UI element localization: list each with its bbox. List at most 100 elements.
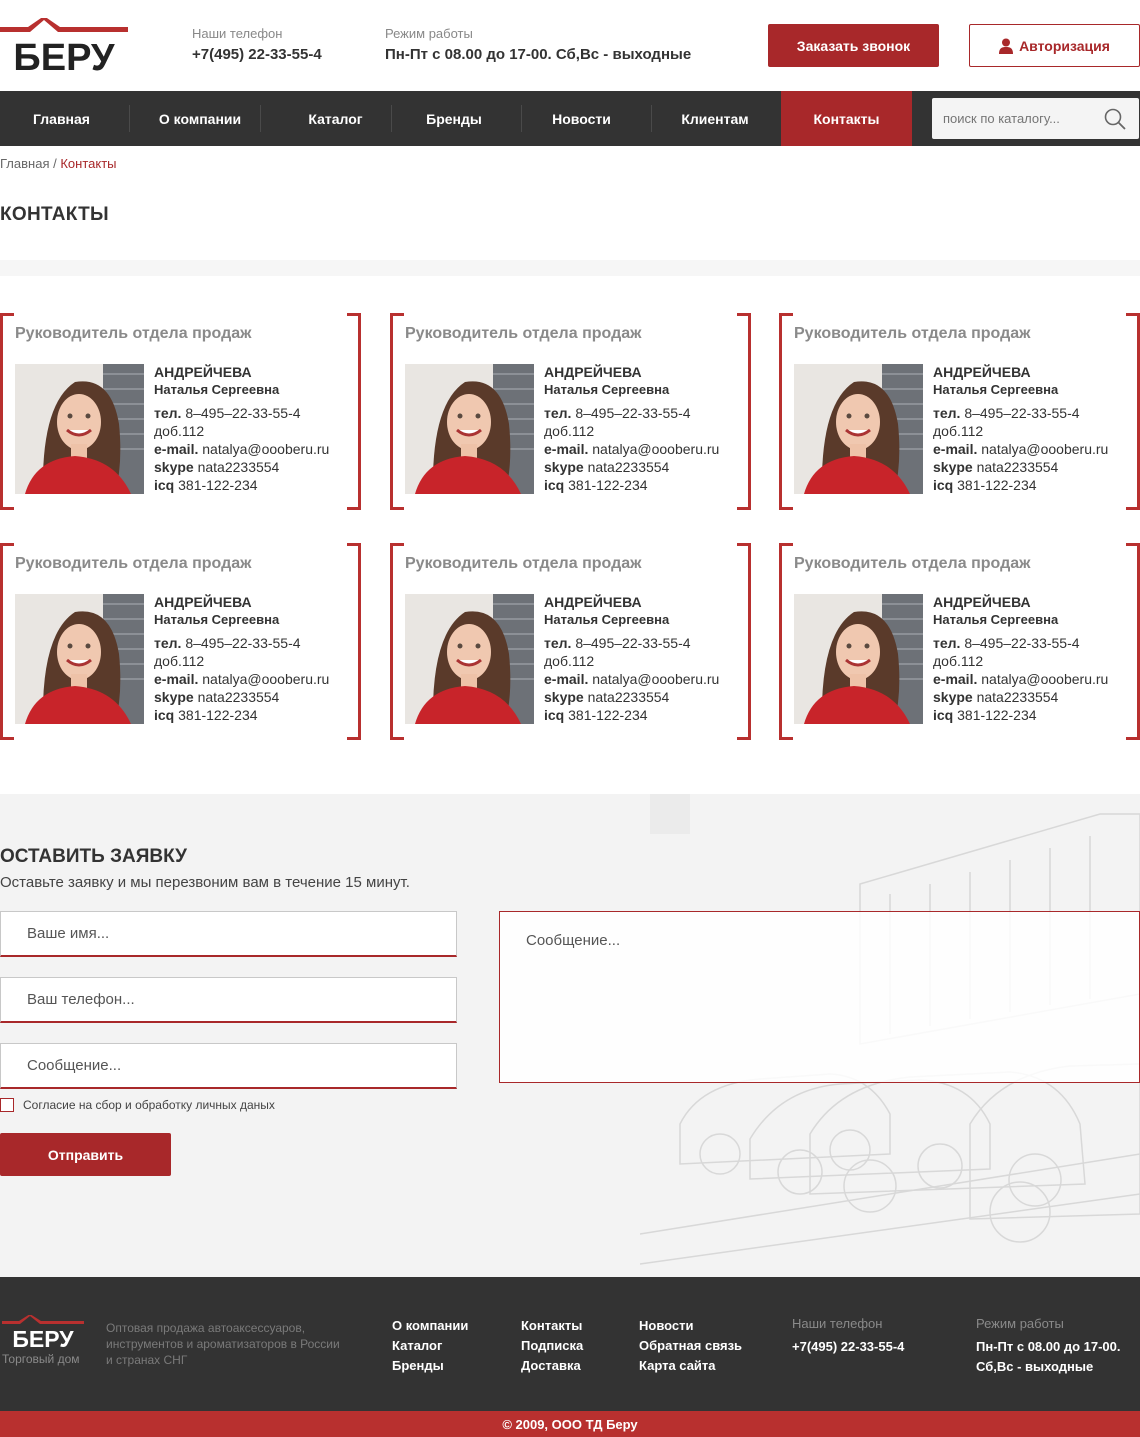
contact-phone[interactable]: 8–495–22-33-55-4 [964,635,1079,651]
form-subtitle: Оставьте заявку и мы перезвоним вам в те… [0,874,410,891]
contact-email[interactable]: natalya@oooberu.ru [202,671,329,687]
email-label: e-mail. [154,441,199,457]
contact-skype[interactable]: nata2233554 [977,459,1059,475]
footer-hours-label: Режим работы [976,1316,1064,1331]
footer-phone-block: Наши телефон +7(495) 22-33-55-4 [792,1316,904,1357]
footer-link[interactable]: Доставка [521,1356,583,1376]
contact-phone[interactable]: 8–495–22-33-55-4 [575,405,690,421]
contact-phone[interactable]: 8–495–22-33-55-4 [964,405,1079,421]
contact-skype-row: skype nata2233554 [154,458,329,476]
contact-skype[interactable]: nata2233554 [977,689,1059,705]
contact-role: Руководитель отдела продаж [405,325,642,342]
skype-label: skype [933,689,973,705]
contact-phone-row: тел. 8–495–22-33-55-4 [154,634,329,652]
footer-link[interactable]: Бренды [392,1356,468,1376]
contact-skype[interactable]: nata2233554 [198,459,280,475]
contact-email-row: e-mail. natalya@oooberu.ru [544,670,719,688]
footer-link[interactable]: О компании [392,1316,468,1336]
nav-item-clients[interactable]: Клиентам [651,91,779,146]
contact-skype[interactable]: nata2233554 [198,689,280,705]
nav-item-contacts[interactable]: Контакты [781,91,912,146]
consent-checkbox[interactable] [0,1098,14,1112]
contact-icq: 381-122-234 [957,477,1037,493]
site-header: БЕРУ Наши телефон +7(495) 22-33-55-4 Реж… [0,0,1140,91]
contact-skype-row: skype nata2233554 [544,458,719,476]
auth-button-label: Авторизация [1019,37,1110,54]
contact-last-name: АНДРЕЙЧЕВА [933,594,1031,610]
contact-ext: доб.112 [544,653,595,669]
contact-ext: доб.112 [933,653,984,669]
contact-email-row: e-mail. natalya@oooberu.ru [933,670,1108,688]
hours-label: Режим работы [385,26,473,41]
contact-phone[interactable]: 8–495–22-33-55-4 [185,635,300,651]
search-icon[interactable] [1103,107,1127,131]
footer-hours-block: Режим работы Пн-Пт с 08.00 до 17-00. Сб,… [976,1316,1121,1377]
contact-skype[interactable]: nata2233554 [588,459,670,475]
phone-label: тел. [154,405,182,421]
contact-icq-row: icq 381-122-234 [933,706,1108,724]
callback-button[interactable]: Заказать звонок [768,24,939,67]
nav-item-home[interactable]: Главная [0,91,123,146]
footer-link[interactable]: Карта сайта [639,1356,742,1376]
contact-ext: доб.112 [933,423,984,439]
search-input[interactable] [932,98,1102,139]
phone-field[interactable]: Ваш телефон... [0,977,457,1023]
auth-button[interactable]: Авторизация [969,24,1140,67]
contact-phone-row: тел. 8–495–22-33-55-4 [544,634,719,652]
phone-label: тел. [933,635,961,651]
phone-label: Наши телефон [192,26,283,41]
footer-link[interactable]: Контакты [521,1316,583,1336]
contact-email[interactable]: natalya@oooberu.ru [981,441,1108,457]
footer-phone[interactable]: +7(495) 22-33-55-4 [792,1337,904,1357]
nav-item-catalog[interactable]: Каталог [270,91,401,146]
footer-link[interactable]: Каталог [392,1336,468,1356]
nav-item-brands[interactable]: Бренды [391,91,517,146]
skype-label: skype [154,689,194,705]
footer-hours-line: Пн-Пт с 08.00 до 17-00. [976,1339,1121,1354]
contact-phone[interactable]: 8–495–22-33-55-4 [185,405,300,421]
nav-item-news[interactable]: Новости [521,91,642,146]
contact-phone[interactable]: 8–495–22-33-55-4 [575,635,690,651]
footer-logo[interactable]: БЕРУ [2,1315,84,1349]
contact-email[interactable]: natalya@oooberu.ru [202,441,329,457]
contact-card: Руководитель отдела продаж АНДРЕЙЧЕВА Ната… [390,543,751,740]
contact-last-name: АНДРЕЙЧЕВА [154,364,252,380]
footer-description: Оптовая продажа автоаксессуаров, инструм… [106,1321,340,1367]
contact-first-name: Наталья Сергеевна [933,382,1059,397]
contact-icq-row: icq 381-122-234 [154,706,329,724]
icq-label: icq [933,477,954,493]
submit-button[interactable]: Отправить [0,1133,171,1176]
footer-link[interactable]: Обратная связь [639,1336,742,1356]
contact-card: Руководитель отдела продаж АНДРЕЙЧЕВА Ната… [779,543,1140,740]
contact-icq-row: icq 381-122-234 [154,476,329,494]
message-textarea[interactable]: Сообщение... [499,911,1140,1083]
contact-role: Руководитель отдела продаж [794,325,1031,342]
card-bracket-right [737,313,751,510]
footer-phone-label: Наши телефон [792,1316,883,1331]
contact-icq-row: icq 381-122-234 [544,476,719,494]
contact-last-name: АНДРЕЙЧЕВА [544,594,642,610]
message-field[interactable]: Сообщение... [0,1043,457,1089]
card-bracket-right [737,543,751,740]
contact-email[interactable]: natalya@oooberu.ru [592,671,719,687]
breadcrumb-home[interactable]: Главная [0,156,49,171]
contact-icq: 381-122-234 [178,477,258,493]
contact-email[interactable]: natalya@oooberu.ru [981,671,1108,687]
icq-label: icq [933,707,954,723]
icq-label: icq [154,477,175,493]
footer-link[interactable]: Новости [639,1316,742,1336]
email-label: e-mail. [154,671,199,687]
nav-item-about[interactable]: О компании [137,91,263,146]
name-field[interactable]: Ваше имя... [0,911,457,957]
footer-col-2: Контакты Подписка Доставка [521,1316,583,1376]
footer-tagline: Торговый дом [2,1352,80,1366]
footer-link[interactable]: Подписка [521,1336,583,1356]
phone-number[interactable]: +7(495) 22-33-55-4 [192,46,322,64]
contact-skype[interactable]: nata2233554 [588,689,670,705]
contact-email[interactable]: natalya@oooberu.ru [592,441,719,457]
card-bracket-left [0,543,14,740]
contact-role: Руководитель отдела продаж [15,325,252,342]
contact-skype-row: skype nata2233554 [933,458,1108,476]
site-logo[interactable]: БЕРУ [0,18,128,74]
card-bracket-right [347,313,361,510]
